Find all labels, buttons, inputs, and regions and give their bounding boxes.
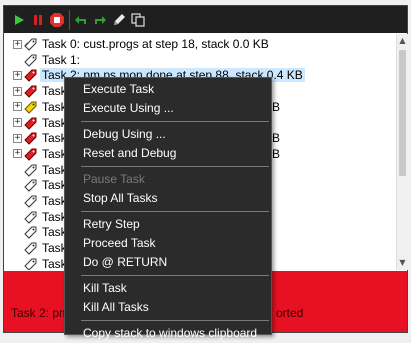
menu-item-pause-task[interactable]: Pause Task	[65, 170, 271, 189]
task-tag-icon	[24, 84, 38, 98]
task-tag-icon	[24, 53, 38, 67]
step-back-icon	[75, 16, 86, 24]
step-back-button[interactable]	[72, 11, 90, 29]
expand-icon[interactable]: +	[13, 133, 22, 143]
edit-icon	[114, 14, 125, 25]
task-tag-icon	[24, 210, 38, 224]
scroll-thumb[interactable]	[399, 50, 406, 176]
expand-icon[interactable]: +	[13, 149, 22, 159]
copy-button[interactable]	[129, 11, 147, 29]
menu-item-execute-task[interactable]: Execute Task	[65, 80, 271, 99]
menu-item-debug-using[interactable]: Debug Using ...	[65, 125, 271, 144]
task-label-tail: B	[272, 99, 281, 114]
menu-item-execute-using[interactable]: Execute Using ...	[65, 99, 271, 118]
menu-separator	[81, 121, 269, 122]
task-tag-icon	[24, 257, 38, 270]
menu-item-do-return[interactable]: Do @ RETURN	[65, 253, 271, 272]
task-label: Task 1:	[42, 52, 81, 67]
task-tag-icon	[24, 194, 38, 208]
edit-button[interactable]	[110, 11, 128, 29]
expand-icon[interactable]: +	[13, 39, 22, 49]
task-row[interactable]: Task 1:	[4, 52, 394, 68]
expand-icon[interactable]: +	[13, 118, 22, 127]
expand-icon[interactable]: +	[13, 70, 22, 80]
expand-icon[interactable]: +	[13, 86, 22, 96]
run-button[interactable]	[10, 11, 28, 29]
task-label-tail: B	[272, 146, 281, 161]
task-tag-icon	[24, 100, 38, 114]
vertical-scrollbar[interactable]: ▲ ▼	[396, 34, 408, 270]
task-tag-icon	[24, 241, 38, 255]
expand-icon[interactable]: +	[13, 102, 22, 112]
task-tag-icon	[24, 163, 38, 177]
stop-button[interactable]	[48, 11, 66, 29]
menu-item-kill-all-tasks[interactable]: Kill All Tasks	[65, 298, 271, 317]
menu-separator	[81, 166, 269, 167]
pause-button[interactable]	[29, 11, 47, 29]
task-tag-icon	[24, 68, 38, 83]
menu-separator	[81, 320, 269, 321]
menu-item-copy-stack-to-windows-clipboard[interactable]: Copy stack to windows clipboard	[65, 324, 271, 343]
menu-item-proceed-task[interactable]: Proceed Task	[65, 234, 271, 253]
status-text-right: orted	[276, 306, 304, 320]
step-over-button[interactable]	[91, 11, 109, 29]
scroll-down-icon[interactable]: ▼	[397, 256, 408, 270]
menu-item-kill-task[interactable]: Kill Task	[65, 279, 271, 298]
task-label: Task 0: cust.progs at step 18, stack 0.0…	[42, 37, 269, 51]
stop-icon	[50, 13, 64, 27]
run-icon	[15, 15, 24, 25]
scroll-up-icon[interactable]: ▲	[397, 34, 408, 48]
task-tag-icon	[24, 147, 38, 161]
task-row[interactable]: + Task 0: cust.progs at step 18, stack 0.…	[4, 36, 394, 52]
menu-separator	[81, 275, 269, 276]
menu-item-retry-step[interactable]: Retry Step	[65, 215, 271, 234]
step-over-icon	[95, 16, 106, 24]
pause-icon	[34, 15, 42, 25]
menu-item-reset-and-debug[interactable]: Reset and Debug	[65, 144, 271, 163]
menu-item-stop-all-tasks[interactable]: Stop All Tasks	[65, 189, 271, 208]
status-text-left: Task 2: pm	[11, 306, 70, 320]
menu-separator	[81, 211, 269, 212]
task-tag-icon	[24, 37, 38, 51]
task-tag-icon	[24, 116, 38, 130]
task-tag-icon	[24, 225, 38, 240]
task-tag-icon	[24, 178, 38, 193]
toolbar	[4, 6, 407, 33]
context-menu: Execute Task Execute Using ... Debug Using…	[64, 77, 272, 340]
copy-icon	[131, 13, 145, 27]
task-tag-icon	[24, 131, 38, 145]
task-label-tail: B	[272, 131, 281, 146]
